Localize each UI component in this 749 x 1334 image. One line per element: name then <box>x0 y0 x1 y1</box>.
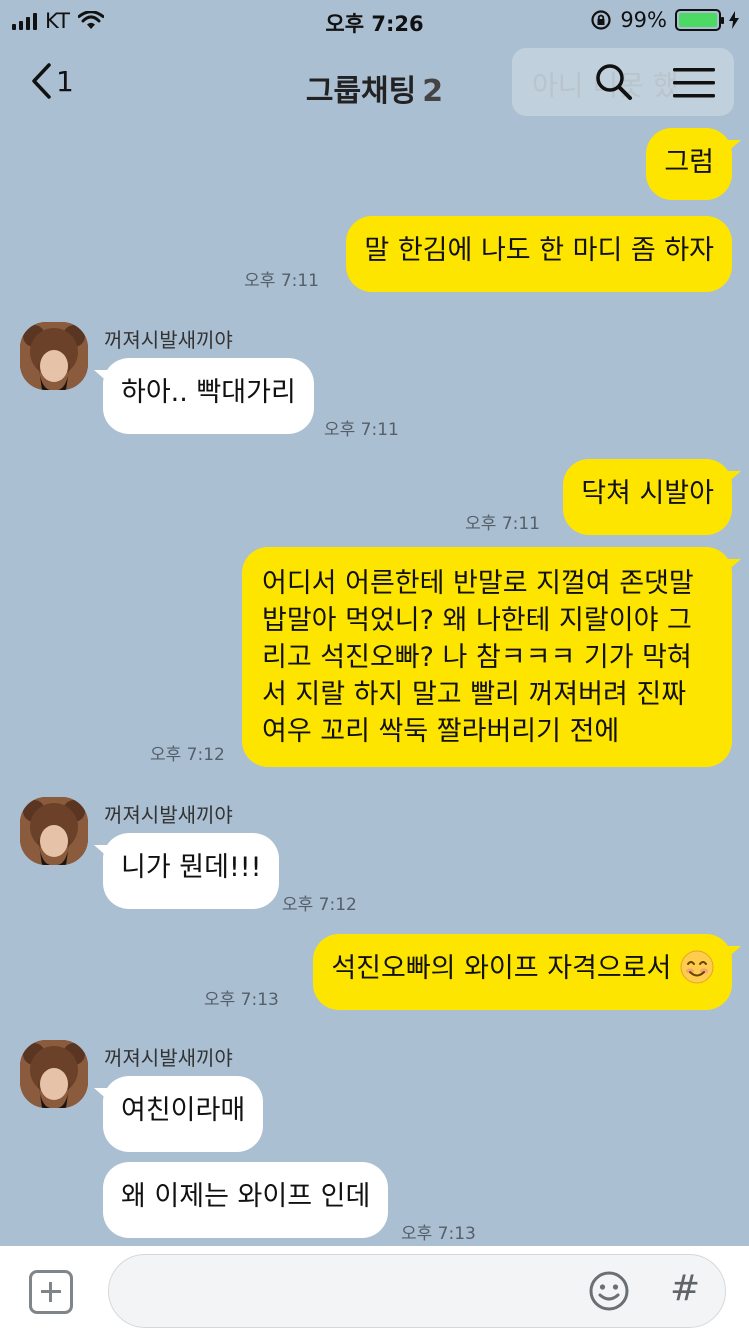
charging-icon <box>729 11 739 29</box>
my-message-bubble[interactable]: 닥쳐 시발아 <box>563 459 741 535</box>
message-text: 닥쳐 시발아 <box>581 478 714 509</box>
message-text: 여친이라매 <box>121 1095 246 1126</box>
status-bar: KT 오후 7:26 99% <box>0 0 749 40</box>
message-text: 그럼 <box>664 147 714 178</box>
battery-fill <box>679 13 717 27</box>
bear-hat-avatar-icon <box>20 1040 88 1108</box>
message-line: 서 지랄 하지 말고 빨리 꺼져버려 진짜 <box>262 679 687 710</box>
emoji-icon[interactable] <box>588 1270 630 1312</box>
my-message-bubble[interactable]: 석진오빠의 와이프 자격으로서 <box>313 934 741 1010</box>
my-message-bubble[interactable]: 말 한김에 나도 한 마디 좀 하자 <box>346 216 732 292</box>
battery-icon <box>675 9 724 31</box>
sender-name: 꺼져시발새끼야 <box>104 328 233 352</box>
menu-icon[interactable] <box>672 66 716 100</box>
message-line: 여우 꼬리 싹둑 짤라버리기 전에 <box>262 716 620 747</box>
bear-hat-avatar-icon <box>20 322 88 390</box>
message-line: 어디서 어른한테 반말로 지껄여 존댓말 <box>262 568 694 599</box>
message-input-bar: # <box>0 1246 749 1334</box>
message-time: 오후 7:12 <box>282 895 357 915</box>
avatar[interactable] <box>20 322 88 390</box>
their-message-bubble[interactable]: 왜 이제는 와이프 인데 <box>103 1162 389 1238</box>
sender-name: 꺼져시발새끼야 <box>104 1046 233 1070</box>
avatar[interactable] <box>20 1040 88 1108</box>
message-text: 말 한김에 나도 한 마디 좀 하자 <box>364 235 714 266</box>
message-time: 오후 7:12 <box>150 745 225 765</box>
message-text: 왜 이제는 와이프 인데 <box>121 1181 371 1212</box>
message-text: 하아.. 빡대가리 <box>121 377 296 408</box>
status-right: 99% <box>590 8 739 32</box>
hash-icon[interactable]: # <box>670 1268 700 1309</box>
message-time: 오후 7:13 <box>204 990 279 1010</box>
my-message-bubble[interactable]: 그럼 <box>646 128 741 200</box>
message-line: 밥말아 먹었니? 왜 나한테 지랄이야 그 <box>262 605 692 636</box>
sender-name: 꺼져시발새끼야 <box>104 803 233 827</box>
message-time: 오후 7:11 <box>244 271 319 291</box>
message-time: 오후 7:11 <box>324 420 399 440</box>
message-line: 리고 석진오빠? 나 참ㅋㅋㅋ 기가 막혀 <box>262 642 692 673</box>
member-count: 2 <box>422 74 444 109</box>
message-time: 오후 7:11 <box>465 514 540 534</box>
bear-hat-avatar-icon <box>20 797 88 865</box>
search-icon[interactable] <box>594 60 634 104</box>
orientation-lock-icon <box>591 10 611 30</box>
battery-percent: 99% <box>620 8 667 32</box>
message-text: 석진오빠의 와이프 자격으로서 <box>331 953 672 984</box>
message-time: 오후 7:13 <box>401 1224 476 1244</box>
message-text: 니가 뭔데!!! <box>121 852 262 883</box>
avatar[interactable] <box>20 797 88 865</box>
message-input[interactable] <box>108 1254 726 1328</box>
their-message-bubble[interactable]: 여친이라매 <box>93 1076 264 1152</box>
my-message-bubble[interactable]: 어디서 어른한테 반말로 지껄여 존댓말 밥말아 먹었니? 왜 나한테 지랄이야… <box>242 547 741 767</box>
chat-header: 1 그룹채팅 2 아니 니못 했 <box>0 40 749 128</box>
chat-title-text: 그룹채팅 <box>305 74 417 109</box>
their-message-bubble[interactable]: 니가 뭔데!!! <box>93 833 280 909</box>
plus-icon[interactable] <box>29 1270 73 1314</box>
smiling-face-icon <box>680 950 714 984</box>
their-message-bubble[interactable]: 하아.. 빡대가리 <box>94 358 314 434</box>
